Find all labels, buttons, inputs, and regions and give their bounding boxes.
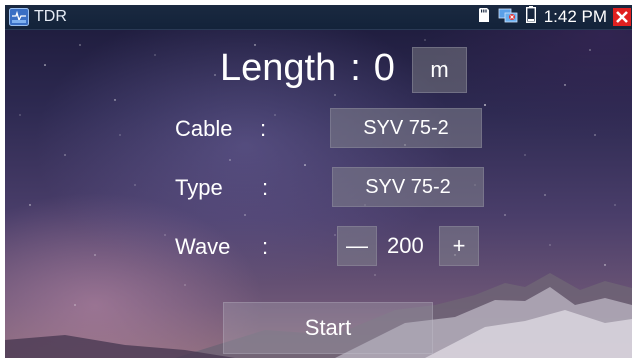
- length-value: 0: [373, 47, 395, 89]
- status-bar: TDR 1:42 PM: [5, 5, 632, 30]
- wave-decrement-button[interactable]: —: [337, 226, 377, 266]
- tdr-screen: TDR 1:42 PM Length: 0 m Cable: SYV 75-…: [5, 5, 632, 358]
- cable-label: Cable: [175, 116, 233, 141]
- cable-select-button[interactable]: SYV 75-2: [330, 108, 482, 148]
- type-colon: :: [262, 175, 269, 200]
- unit-button[interactable]: m: [412, 47, 467, 93]
- network-icon: [498, 7, 518, 28]
- tdr-app-icon: [9, 8, 29, 26]
- battery-icon: [525, 6, 536, 28]
- close-icon: [616, 11, 628, 23]
- type-label: Type: [175, 175, 223, 200]
- length-readout: Length : 0: [220, 43, 395, 93]
- status-indicators: 1:42 PM: [478, 5, 632, 29]
- length-separator: :: [350, 47, 361, 89]
- app-title: TDR: [34, 8, 67, 25]
- length-label: Length: [220, 47, 337, 89]
- wave-increment-button[interactable]: +: [439, 226, 479, 266]
- wave-value: 200: [387, 233, 424, 258]
- close-button[interactable]: [613, 8, 631, 26]
- clock: 1:42 PM: [543, 7, 607, 26]
- start-button[interactable]: Start: [223, 302, 433, 354]
- wave-colon: :: [262, 234, 269, 259]
- type-select-button[interactable]: SYV 75-2: [332, 167, 484, 207]
- wave-label: Wave: [175, 234, 231, 259]
- sd-card-icon: [478, 7, 490, 28]
- cable-colon: :: [260, 116, 267, 141]
